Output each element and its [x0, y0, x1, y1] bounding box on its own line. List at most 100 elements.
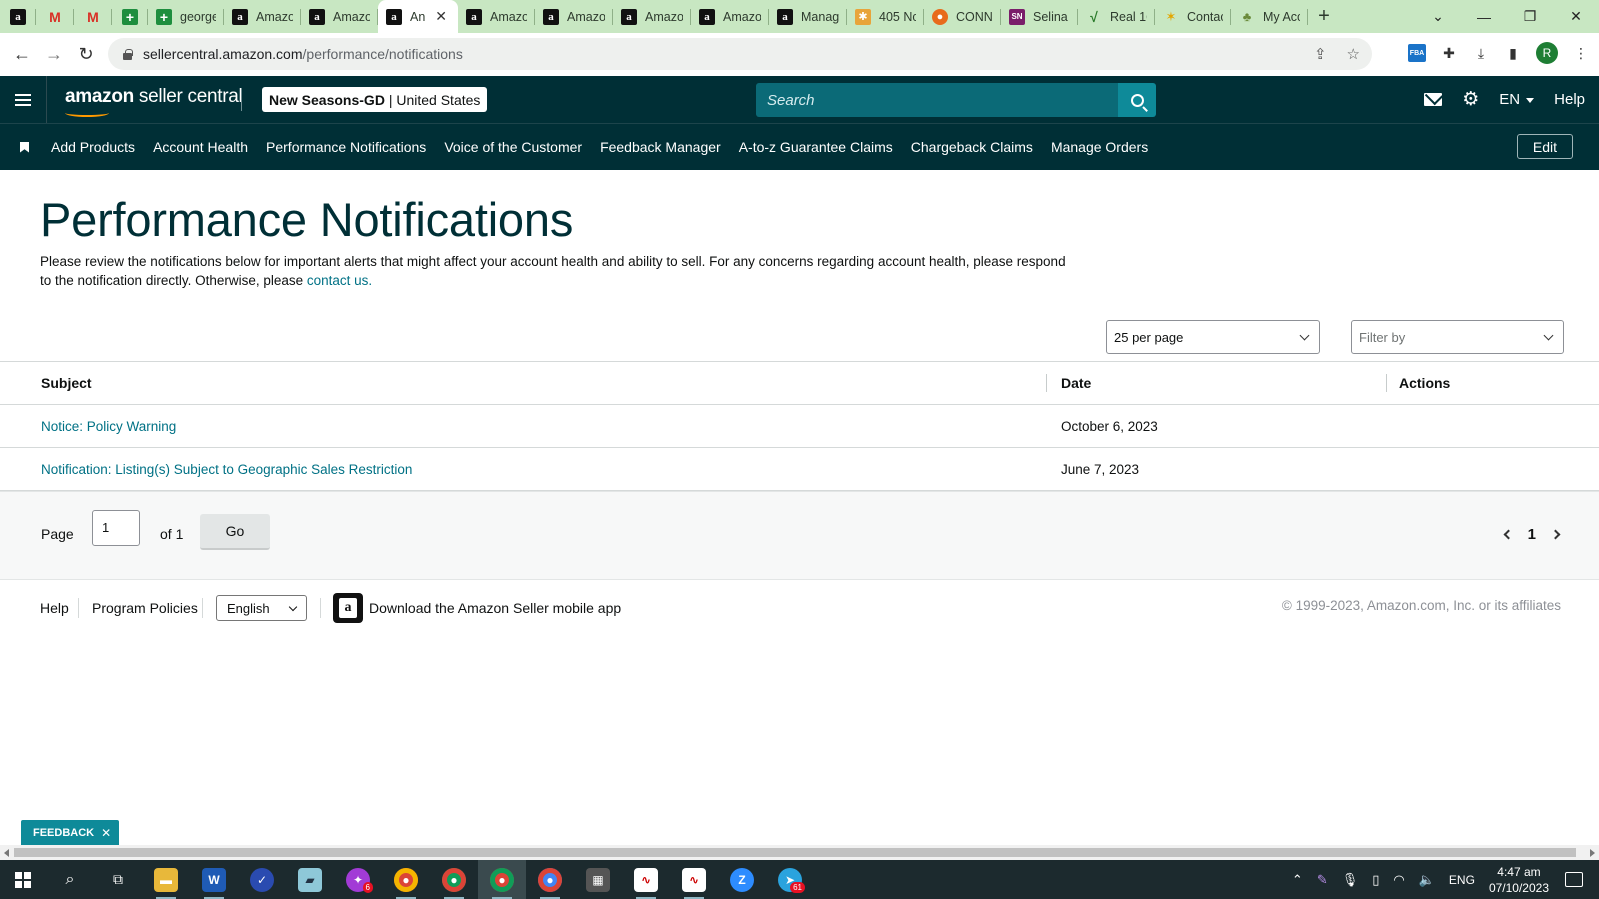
nav-account-health[interactable]: Account Health	[153, 139, 248, 155]
battery-icon[interactable]: ▯	[1372, 872, 1379, 888]
puzzle-icon[interactable]: ✚	[1440, 44, 1458, 62]
minimize-icon[interactable]: —	[1461, 0, 1507, 33]
browser-tab[interactable]: ♣ My Acc	[1231, 0, 1308, 33]
browser-tab[interactable]: a	[0, 0, 36, 33]
chrome-icon[interactable]: ●	[478, 860, 526, 899]
zoom-icon[interactable]: Z	[718, 860, 766, 899]
page-number-input[interactable]: 1	[92, 510, 140, 546]
reload-icon[interactable]: ↻	[70, 44, 102, 65]
notification-subject-link[interactable]: Notice: Policy Warning	[41, 419, 176, 434]
browser-tab[interactable]: M	[74, 0, 112, 33]
chrome-icon[interactable]: ●	[526, 860, 574, 899]
browser-tab[interactable]: M	[36, 0, 74, 33]
browser-tab[interactable]: √ Real 16	[1078, 0, 1155, 33]
close-tab-icon[interactable]: ✕	[435, 8, 447, 25]
store-switcher[interactable]: New Seasons-GD | United States	[262, 87, 488, 112]
browser-tab[interactable]: +	[112, 0, 148, 33]
browser-tab[interactable]: ● CONNE	[924, 0, 1001, 33]
pen-icon[interactable]: ✎	[1317, 872, 1328, 888]
footer-language-select[interactable]: English	[216, 595, 307, 621]
browser-tab[interactable]: a Amazo	[458, 0, 535, 33]
chrome-icon[interactable]: ●	[430, 860, 478, 899]
browser-tab[interactable]: ✱ 405 Nc	[847, 0, 924, 33]
clock[interactable]: 4:47 am 07/10/2023	[1489, 864, 1549, 896]
wifi-icon[interactable]: ◠	[1393, 872, 1404, 888]
language-selector[interactable]: EN	[1499, 91, 1535, 108]
search-button[interactable]	[1118, 83, 1156, 117]
input-language[interactable]: ENG	[1449, 873, 1475, 887]
browser-tab[interactable]: + george	[148, 0, 224, 33]
back-icon[interactable]: ←	[6, 44, 38, 65]
messenger-icon[interactable]: ✦ 6	[334, 860, 382, 899]
browser-tab[interactable]: SN Selina	[1001, 0, 1078, 33]
bookmark-icon[interactable]	[20, 141, 29, 153]
close-window-icon[interactable]: ✕	[1553, 0, 1599, 33]
chevron-left-icon[interactable]	[1503, 529, 1514, 540]
shield-app-icon[interactable]: ✓	[238, 860, 286, 899]
nav-chargeback-claims[interactable]: Chargeback Claims	[911, 139, 1033, 155]
profile-avatar[interactable]: R	[1536, 42, 1558, 64]
amazon-seller-central-logo[interactable]: amazon seller central	[65, 86, 243, 117]
feedback-tab[interactable]: FEEDBACK ✕	[21, 820, 120, 845]
search-input[interactable]: Search	[756, 83, 1118, 117]
gear-icon[interactable]: ⚙	[1462, 88, 1479, 111]
chrome-icon[interactable]: ●	[382, 860, 430, 899]
file-explorer-icon[interactable]: ▬	[142, 860, 190, 899]
task-view-icon[interactable]: ⧉	[94, 860, 142, 899]
amazon-seller-app-icon[interactable]: a	[333, 593, 363, 623]
scroll-left-icon[interactable]	[4, 849, 9, 857]
word-icon[interactable]: W	[190, 860, 238, 899]
calculator-icon[interactable]: ▦	[574, 860, 622, 899]
search-icon[interactable]: ⌕	[46, 860, 94, 899]
column-header-date[interactable]: Date	[1061, 362, 1091, 404]
mail-icon[interactable]	[1424, 93, 1443, 106]
browser-tab[interactable]: a Amazo	[301, 0, 378, 33]
hamburger-menu-icon[interactable]	[0, 76, 47, 123]
new-tab-button[interactable]: +	[1308, 5, 1340, 28]
browser-tab[interactable]: ✶ Contac	[1155, 0, 1231, 33]
browser-tab[interactable]: a Manag	[769, 0, 847, 33]
program-policies-link[interactable]: Program Policies	[92, 600, 198, 616]
current-page[interactable]: 1	[1528, 526, 1536, 543]
share-icon[interactable]: ⇪	[1314, 45, 1327, 63]
nav-performance-notifications[interactable]: Performance Notifications	[266, 139, 426, 155]
scroll-right-icon[interactable]	[1590, 849, 1595, 857]
bookmark-star-icon[interactable]: ☆	[1347, 45, 1360, 63]
notification-subject-link[interactable]: Notification: Listing(s) Subject to Geog…	[41, 462, 412, 477]
download-icon[interactable]: ⤓	[1472, 44, 1490, 62]
close-icon[interactable]: ✕	[101, 826, 111, 840]
per-page-select[interactable]: 25 per page	[1106, 320, 1320, 354]
browser-tab[interactable]: a Amazo	[535, 0, 613, 33]
browser-tab[interactable]: a Amazo	[224, 0, 301, 33]
chart-app-icon[interactable]: ∿	[622, 860, 670, 899]
nav-feedback-manager[interactable]: Feedback Manager	[600, 139, 721, 155]
microphone-icon[interactable]: 🎙	[1342, 872, 1359, 888]
horizontal-scrollbar[interactable]	[0, 845, 1599, 860]
tab-search-icon[interactable]: ⌄	[1415, 0, 1461, 33]
restore-icon[interactable]: ❐	[1507, 0, 1553, 33]
nav-add-products[interactable]: Add Products	[51, 139, 135, 155]
volume-icon[interactable]: 🔈	[1419, 872, 1435, 888]
go-button[interactable]: Go	[200, 514, 270, 550]
browser-tab[interactable]: a Amazo	[613, 0, 691, 33]
fba-extension-icon[interactable]: FBA	[1408, 44, 1426, 62]
nav-a-to-z-claims[interactable]: A-to-z Guarantee Claims	[739, 139, 893, 155]
filter-select[interactable]: Filter by	[1351, 320, 1564, 354]
browser-tab-active[interactable]: a An ✕	[378, 0, 458, 33]
download-app-link[interactable]: Download the Amazon Seller mobile app	[369, 600, 621, 616]
chart-app-icon[interactable]: ∿	[670, 860, 718, 899]
nav-voice-of-the-customer[interactable]: Voice of the Customer	[444, 139, 582, 155]
edit-nav-button[interactable]: Edit	[1516, 134, 1573, 159]
notification-center-icon[interactable]	[1565, 872, 1583, 887]
address-bar[interactable]: sellercentral.amazon.com/performance/not…	[108, 38, 1372, 70]
notes-app-icon[interactable]: ▰	[286, 860, 334, 899]
help-link[interactable]: Help	[1554, 91, 1585, 108]
column-header-subject[interactable]: Subject	[41, 362, 92, 404]
contact-us-link[interactable]: contact us.	[307, 273, 372, 288]
side-panel-icon[interactable]: ▮	[1504, 44, 1522, 62]
telegram-icon[interactable]: ➤ 61	[766, 860, 814, 899]
more-menu-icon[interactable]: ⋮	[1572, 44, 1590, 62]
nav-manage-orders[interactable]: Manage Orders	[1051, 139, 1148, 155]
browser-tab[interactable]: a Amazo	[691, 0, 769, 33]
scrollbar-thumb[interactable]	[14, 848, 1576, 857]
